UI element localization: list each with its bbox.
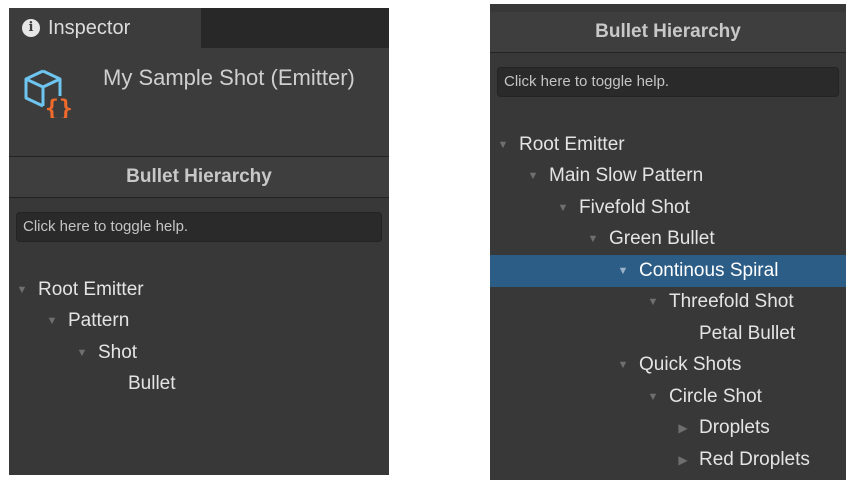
expanded-arrow-icon[interactable]: ▼ xyxy=(46,315,58,327)
expanded-arrow-icon[interactable]: ▼ xyxy=(647,296,659,308)
tree-item-label: Continous Spiral xyxy=(639,259,779,281)
help-toggle-button[interactable]: Click here to toggle help. xyxy=(497,67,839,97)
collapsed-arrow-icon[interactable]: ▶ xyxy=(677,453,689,467)
divider xyxy=(490,52,846,53)
section-title: Bullet Hierarchy xyxy=(9,157,389,197)
expanded-arrow-icon[interactable]: ▼ xyxy=(617,265,629,277)
tree-item[interactable]: ▼ Pattern xyxy=(9,306,389,338)
tree-item[interactable]: ▼ Main Slow Pattern xyxy=(490,161,846,193)
bullet-hierarchy-tree: ▼ Root Emitter ▼ Main Slow Pattern ▼ Fivefold… xyxy=(490,129,846,476)
tree-item-label: Root Emitter xyxy=(519,133,625,155)
expanded-arrow-icon[interactable]: ▼ xyxy=(647,391,659,403)
tab-inspector-label: Inspector xyxy=(48,16,131,39)
tree-item[interactable]: ▼ Quick Shots xyxy=(490,350,846,382)
tree-item-label: Shot xyxy=(98,341,138,363)
expanded-arrow-icon[interactable]: ▼ xyxy=(557,202,569,214)
tree-item-label: Droplets xyxy=(699,417,770,439)
tree-item-label: Green Bullet xyxy=(609,228,715,250)
tree-item[interactable]: ▼ Shot xyxy=(9,337,389,369)
inspector-panel: i Inspector {} My Sample Shot (Emitter) … xyxy=(9,8,389,475)
divider xyxy=(9,197,389,198)
tree-item[interactable]: ▼Petal Bullet xyxy=(490,318,846,350)
emitter-cube-icon: {} xyxy=(24,69,71,118)
tree-item[interactable]: ▼ Continous Spiral xyxy=(490,255,846,287)
tree-item[interactable]: ▼ Fivefold Shot xyxy=(490,192,846,224)
object-header: {} My Sample Shot (Emitter) xyxy=(9,48,389,156)
help-toggle-button[interactable]: Click here to toggle help. xyxy=(16,212,382,242)
tree-item[interactable]: ▼ Root Emitter xyxy=(490,129,846,161)
object-title: My Sample Shot (Emitter) xyxy=(103,65,355,90)
tree-item-label: Pattern xyxy=(68,310,130,332)
expanded-arrow-icon[interactable]: ▼ xyxy=(617,359,629,371)
tab-inspector[interactable]: i Inspector xyxy=(9,8,201,48)
section-title: Bullet Hierarchy xyxy=(490,12,846,52)
tree-item-label: Red Droplets xyxy=(699,448,810,470)
tree-item[interactable]: ▼ Green Bullet xyxy=(490,224,846,256)
tree-item-label: Threefold Shot xyxy=(669,291,794,313)
expanded-arrow-icon[interactable]: ▼ xyxy=(527,170,539,182)
tree-item-label: Quick Shots xyxy=(639,354,742,376)
expanded-arrow-icon[interactable]: ▼ xyxy=(16,284,28,296)
info-icon: i xyxy=(22,19,40,37)
tab-strip: i Inspector xyxy=(9,8,389,48)
expanded-arrow-icon[interactable]: ▼ xyxy=(76,347,88,359)
tree-item-label: Fivefold Shot xyxy=(579,196,690,218)
tree-item[interactable]: ▼ Root Emitter xyxy=(9,274,389,306)
tree-item-label: Petal Bullet xyxy=(699,322,796,344)
tree-item[interactable]: ▶ Droplets xyxy=(490,413,846,445)
tree-item[interactable]: ▼Bullet xyxy=(9,369,389,401)
tree-item-label: Bullet xyxy=(128,373,176,395)
expanded-arrow-icon[interactable]: ▼ xyxy=(587,233,599,245)
tree-item-label: Root Emitter xyxy=(38,278,144,300)
svg-text:{}: {} xyxy=(45,96,71,118)
tree-item-label: Circle Shot xyxy=(669,385,762,407)
tree-item[interactable]: ▼ Threefold Shot xyxy=(490,287,846,319)
bullet-hierarchy-tree: ▼ Root Emitter ▼ Pattern ▼ Shot ▼Bullet xyxy=(9,274,389,400)
expanded-arrow-icon[interactable]: ▼ xyxy=(497,139,509,151)
bullet-hierarchy-panel: Bullet Hierarchy Click here to toggle he… xyxy=(490,4,846,480)
tree-item-label: Main Slow Pattern xyxy=(549,165,704,187)
tree-item[interactable]: ▼ Circle Shot xyxy=(490,381,846,413)
collapsed-arrow-icon[interactable]: ▶ xyxy=(677,421,689,435)
tree-item[interactable]: ▶ Red Droplets xyxy=(490,444,846,476)
